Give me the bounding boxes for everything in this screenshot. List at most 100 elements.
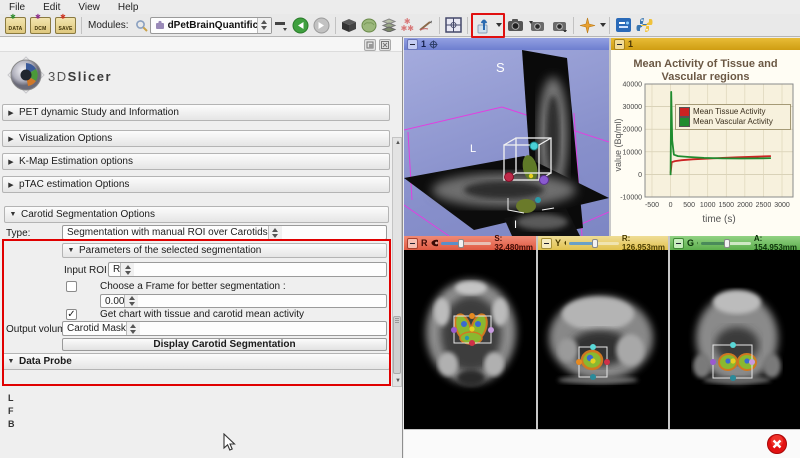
annotations-icon: ✱✱✱ xyxy=(401,18,414,32)
menu-edit[interactable]: Edit xyxy=(34,2,69,13)
panel-header-strip xyxy=(0,37,402,52)
type-label: Type: xyxy=(6,228,30,239)
roi-handle-violet[interactable] xyxy=(749,359,755,365)
section-data-probe[interactable]: ▼ Data Probe xyxy=(2,353,390,370)
menu-view[interactable]: View xyxy=(69,2,109,13)
red-collapse-button[interactable] xyxy=(407,238,418,249)
roi-handle-yellow[interactable] xyxy=(529,174,533,178)
section-carotid[interactable]: ▼ Carotid Segmentation Options xyxy=(4,206,389,223)
roi-handle-teal[interactable] xyxy=(730,375,736,381)
input-roi-label: Input ROI xyxy=(64,265,107,276)
highlighted-transform-tool xyxy=(471,13,505,38)
close-button[interactable] xyxy=(766,433,788,455)
python-console-button[interactable] xyxy=(634,15,655,36)
module-back-button[interactable] xyxy=(290,15,311,36)
output-volume-combo[interactable]: Carotid Mask xyxy=(62,321,387,336)
cube-icon xyxy=(341,18,357,33)
chart-collapse-button[interactable] xyxy=(614,39,625,50)
modules-label: Modules: xyxy=(88,20,129,31)
section-label: Visualization Options xyxy=(19,133,112,144)
roi-handle-red[interactable] xyxy=(469,340,475,346)
roi-handle-purple[interactable] xyxy=(710,359,716,365)
screenshot-button[interactable] xyxy=(505,15,526,36)
green-slice-slider[interactable] xyxy=(701,239,751,248)
parameters-subsection[interactable]: ▼ Parameters of the selected segmentatio… xyxy=(62,243,387,258)
roi-handle-purple[interactable] xyxy=(540,176,549,185)
module-selector-spinner[interactable] xyxy=(257,18,271,33)
scrollbar-thumb[interactable] xyxy=(393,316,401,374)
roi-handle-yellow[interactable] xyxy=(469,326,474,331)
panel-scrollbar[interactable]: ▲ ▼ xyxy=(392,137,402,387)
module-forward-button[interactable] xyxy=(311,15,332,36)
save-button[interactable]: ✱SAVE xyxy=(53,15,78,36)
green-visibility-eye-icon[interactable] xyxy=(697,239,698,247)
crosshair-button[interactable] xyxy=(577,15,598,36)
bottom-strip xyxy=(404,429,800,458)
svg-text:1000: 1000 xyxy=(700,202,716,209)
markup-pencil-button[interactable] xyxy=(416,15,436,36)
roi-handle-violet[interactable] xyxy=(488,327,494,333)
interaction-dropdown-arrow[interactable] xyxy=(496,23,502,27)
roi-handle-yellow[interactable] xyxy=(730,358,735,363)
models-module-button[interactable] xyxy=(359,15,379,36)
frame-checkbox-label: Choose a Frame for better segmentation : xyxy=(100,281,286,292)
section-ptac[interactable]: ▶ pTAC estimation Options xyxy=(2,176,390,193)
yellow-slice-viewport[interactable] xyxy=(538,250,668,429)
roi-handle-orange[interactable] xyxy=(469,313,475,319)
chart-checkbox[interactable]: ✓ xyxy=(66,309,77,320)
red-slice-slider[interactable] xyxy=(441,239,491,248)
panel-close-icon[interactable] xyxy=(379,39,391,51)
yellow-slice-slider[interactable] xyxy=(569,239,619,248)
layout-selector-button[interactable] xyxy=(443,15,464,36)
segmentation-type-combo[interactable]: Segmentation with manual ROI over Caroti… xyxy=(62,225,387,240)
yellow-visibility-eye-icon[interactable] xyxy=(564,239,566,247)
section-visualization[interactable]: ▶ Visualization Options xyxy=(2,130,390,147)
scene-view-restore-button[interactable] xyxy=(548,15,570,36)
volume-module-button[interactable] xyxy=(339,15,359,36)
roi-handle-orange[interactable] xyxy=(576,359,582,365)
dicom-button[interactable]: ✱DCM xyxy=(28,15,53,36)
svg-text:-10000: -10000 xyxy=(620,195,642,202)
roi-handle-purple[interactable] xyxy=(451,327,457,333)
yellow-collapse-button[interactable] xyxy=(541,238,552,249)
display-carotid-segmentation-button[interactable]: Display Carotid Segmentation xyxy=(62,338,387,351)
red-slice-viewport[interactable] xyxy=(404,250,536,429)
probe-line-f: F xyxy=(8,406,14,416)
threeD-collapse-button[interactable] xyxy=(407,39,418,50)
crosshair-dropdown-arrow[interactable] xyxy=(600,23,606,27)
svg-text:2000: 2000 xyxy=(737,202,753,209)
chart-x-axis-label: time (s) xyxy=(702,214,735,225)
svg-text:2500: 2500 xyxy=(756,202,772,209)
roi-handle-red[interactable] xyxy=(604,359,610,365)
roi-handle-cyan[interactable] xyxy=(590,344,596,350)
roi-handle-yellow[interactable] xyxy=(590,358,595,363)
red-visibility-eye-icon[interactable] xyxy=(431,239,439,247)
mouse-interaction-button[interactable] xyxy=(474,15,494,36)
layers-button[interactable] xyxy=(379,15,399,36)
menu-help[interactable]: Help xyxy=(109,2,148,13)
section-kmap[interactable]: ▶ K-Map Estimation options xyxy=(2,153,390,170)
annotations-button[interactable]: ✱✱✱ xyxy=(399,15,416,36)
roi-handle-cyan[interactable] xyxy=(730,342,736,348)
load-data-button[interactable]: ✱DATA xyxy=(3,15,28,36)
module-history-button[interactable] xyxy=(272,15,290,36)
panel-undock-icon[interactable] xyxy=(364,39,376,51)
roi-handle-crimson[interactable] xyxy=(505,173,514,182)
svg-text:10000: 10000 xyxy=(623,149,643,156)
roi-handle-cyan[interactable] xyxy=(530,142,538,150)
input-roi-combo[interactable]: R xyxy=(108,262,387,277)
green-collapse-button[interactable] xyxy=(673,238,684,249)
threeD-pin-icon[interactable] xyxy=(429,40,438,49)
module-search-button[interactable] xyxy=(133,15,150,36)
roi-handle-teal[interactable] xyxy=(590,374,596,380)
extensions-manager-button[interactable] xyxy=(613,15,634,36)
scene-view-capture-button[interactable] xyxy=(526,15,548,36)
frame-spinbox[interactable]: 0.00 xyxy=(100,294,387,308)
threeD-viewport[interactable]: S L I xyxy=(404,50,609,236)
menu-file[interactable]: File xyxy=(0,2,34,13)
green-slice-viewport[interactable] xyxy=(670,250,800,429)
module-selector[interactable]: dPetBrainQuantification xyxy=(150,17,272,34)
frame-checkbox[interactable] xyxy=(66,281,77,292)
section-label: PET dynamic Study and Information xyxy=(19,107,179,118)
section-pet-dynamic[interactable]: ▶ PET dynamic Study and Information xyxy=(2,104,390,121)
